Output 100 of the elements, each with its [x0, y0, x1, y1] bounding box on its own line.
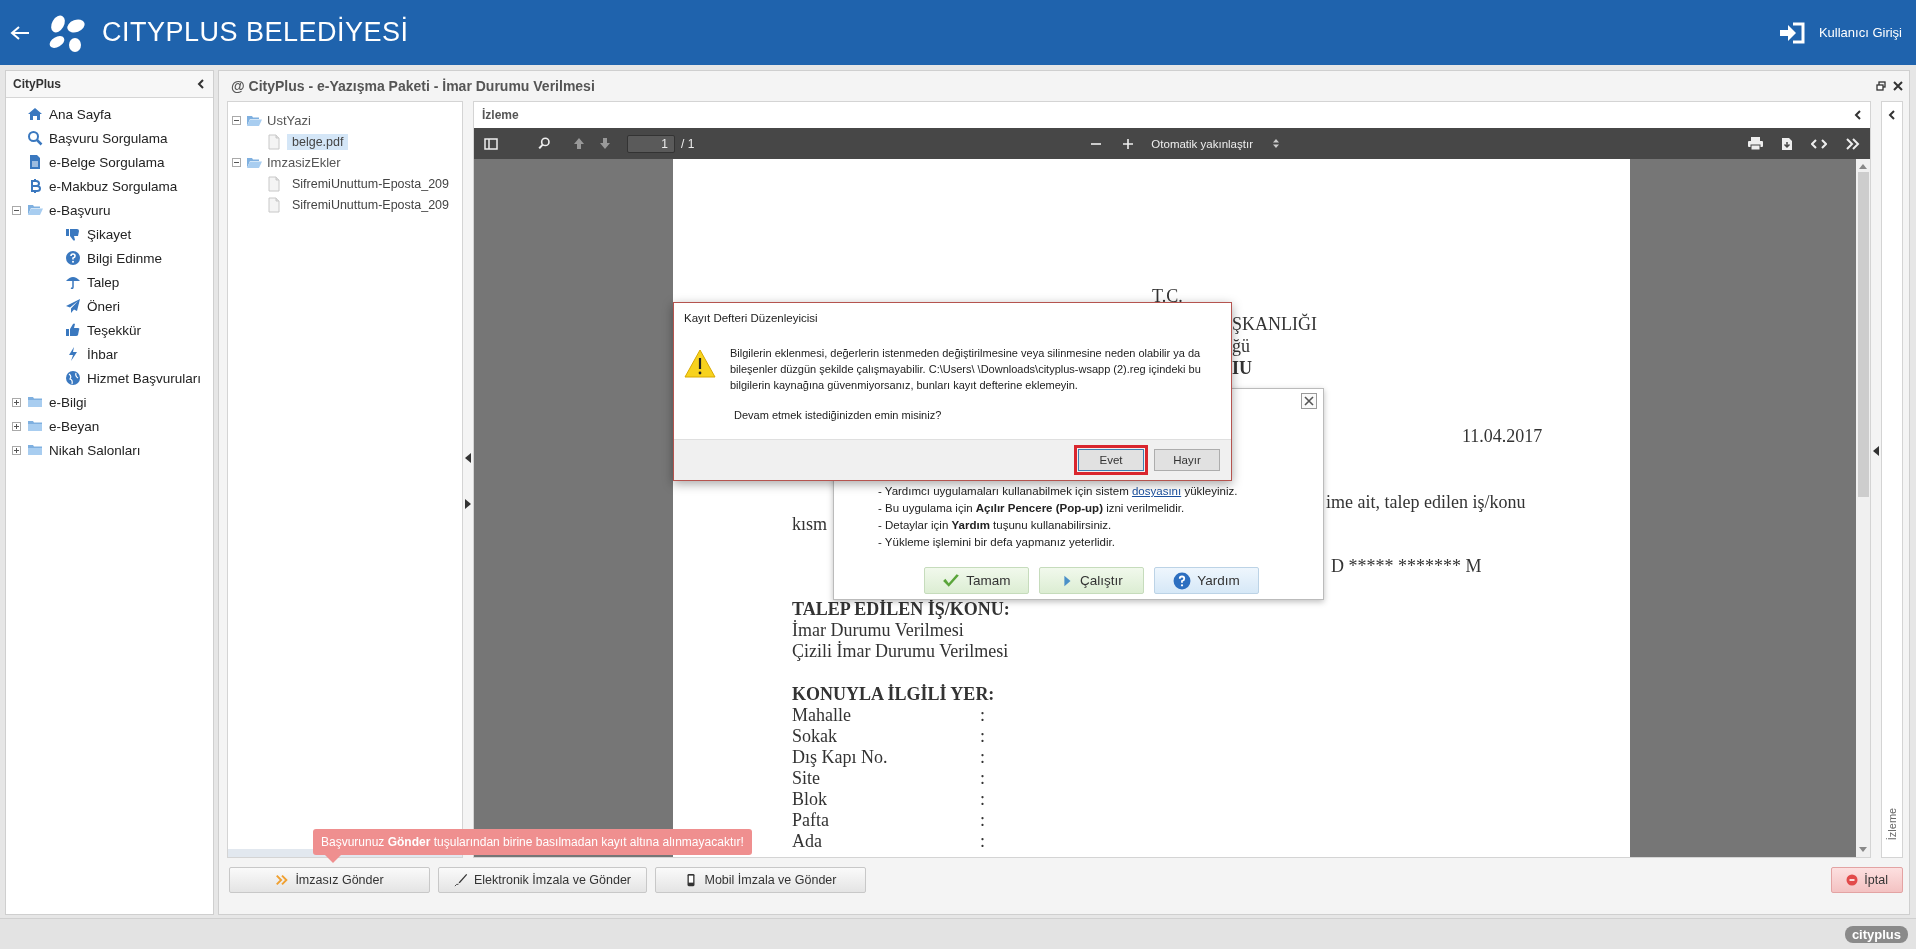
- file-item[interactable]: belge.pdf: [287, 133, 349, 150]
- sidebar-item[interactable]: Nikah Salonları: [49, 442, 141, 458]
- scroll-up-icon[interactable]: [1859, 163, 1867, 169]
- app-title: CITYPLUS BELEDİYESİ: [102, 17, 409, 48]
- updown-icon: [1272, 139, 1279, 148]
- sidebar-item[interactable]: Şikayet: [87, 226, 132, 242]
- search-icon[interactable]: [538, 137, 551, 150]
- help-text: - Detaylar için Yardım tuşunu kullanabilirsiniz.: [878, 518, 1113, 533]
- document-text: ime ait, talep edilen iş/konu: [1326, 491, 1526, 513]
- send-button[interactable]: Elektronik İmzala ve Gönder: [438, 867, 647, 893]
- vertical-scrollbar[interactable]: [1856, 159, 1870, 857]
- document-text: 11.04.2017: [1462, 425, 1543, 447]
- collapse-toggle-icon[interactable]: [12, 205, 21, 215]
- expand-icon[interactable]: [1888, 110, 1896, 120]
- close-icon[interactable]: [1301, 393, 1317, 409]
- sidebar-item[interactable]: Teşekkür: [87, 322, 142, 338]
- sidebar-item[interactable]: e-Makbuz Sorgulama: [49, 178, 178, 194]
- folder-icon: [27, 442, 43, 458]
- file-item[interactable]: SifremiUnuttum-Eposta_209: [287, 175, 455, 192]
- field-separator: :: [980, 789, 985, 810]
- login-link[interactable]: Kullanıcı Girişi: [1818, 25, 1902, 40]
- collapse-toggle-icon[interactable]: [232, 116, 241, 125]
- restore-icon[interactable]: [1876, 81, 1886, 91]
- send-button[interactable]: İmzasız Gönder: [229, 867, 430, 893]
- cancel-icon: [1846, 874, 1859, 886]
- collapse-icon[interactable]: [197, 79, 205, 89]
- sidebar-item[interactable]: Başvuru Sorgulama: [49, 130, 168, 146]
- document-text: Çizili İmar Durumu Verilmesi: [792, 641, 1009, 662]
- collapse-icon[interactable]: [1854, 110, 1862, 120]
- arrow-up-icon[interactable]: [573, 137, 585, 150]
- document-text: İmar Durumu Verilmesi: [792, 620, 964, 641]
- cancel-button[interactable]: İptal: [1831, 867, 1903, 893]
- field-label: Ada: [792, 831, 823, 852]
- dialog-button[interactable]: Yardım: [1154, 567, 1259, 594]
- question-icon: [65, 250, 81, 266]
- folder-item[interactable]: UstYazi: [267, 113, 311, 128]
- code-icon[interactable]: [1811, 137, 1827, 150]
- close-icon[interactable]: [1893, 81, 1903, 91]
- sidebar-toggle-icon[interactable]: [484, 137, 498, 150]
- side-tab-label[interactable]: İzleme: [1885, 807, 1899, 841]
- sidebar-item[interactable]: e-Belge Sorgulama: [49, 154, 165, 170]
- send-button[interactable]: Mobil İmzala ve Gönder: [655, 867, 866, 893]
- sign-in-icon[interactable]: [1778, 21, 1805, 44]
- pen-icon: [454, 873, 468, 887]
- print-icon[interactable]: [1748, 137, 1763, 150]
- document-icon: [27, 154, 43, 170]
- expand-toggle-icon[interactable]: [12, 397, 21, 407]
- sidebar-item[interactable]: Ana Sayfa: [49, 106, 112, 122]
- sidebar-item[interactable]: e-Beyan: [49, 418, 100, 434]
- field-label: Dış Kapı No.: [792, 747, 889, 768]
- zoom-select[interactable]: Otomatik yakınlaştır: [1145, 134, 1285, 153]
- download-icon[interactable]: [1781, 136, 1793, 151]
- side-panel-tab[interactable]: İzleme: [1881, 101, 1903, 858]
- folder-icon: [27, 202, 43, 218]
- field-label: Sokak: [792, 726, 838, 747]
- field-label: Pafta: [792, 810, 830, 831]
- dialog-title: Kayıt Defteri Düzenleyicisi: [683, 311, 819, 326]
- help-text: - Yardımcı uygulamaları kullanabilmek için sistem dosyasını yükleyiniz.: [878, 484, 1238, 499]
- folder-icon: [27, 418, 43, 434]
- dialog-button[interactable]: Hayır: [1154, 449, 1220, 471]
- sidebar-item[interactable]: Hizmet Başvuruları: [87, 370, 202, 386]
- document-text: ŞKANLIĞI: [1232, 313, 1317, 335]
- field-label: Mahalle: [792, 705, 852, 726]
- field-separator: :: [980, 747, 985, 768]
- zoom-in-icon[interactable]: [1123, 138, 1134, 149]
- double-chevron-icon: [275, 873, 290, 887]
- file-icon: [266, 175, 282, 192]
- page-number-field[interactable]: 1: [627, 134, 675, 153]
- double-chevron-icon[interactable]: [1845, 137, 1860, 150]
- back-arrow-icon[interactable]: [10, 24, 30, 41]
- expand-toggle-icon[interactable]: [12, 421, 21, 431]
- sidebar-item[interactable]: e-Başvuru: [49, 202, 111, 218]
- arrow-down-icon[interactable]: [599, 137, 611, 150]
- expand-toggle-icon[interactable]: [12, 445, 21, 455]
- expand-left-icon[interactable]: [1873, 446, 1879, 456]
- tooltip-pointer: [325, 855, 341, 863]
- field-separator: :: [980, 705, 985, 726]
- folder-item[interactable]: ImzasizEkler: [267, 155, 341, 170]
- expand-right-icon[interactable]: [465, 499, 471, 509]
- help-text: - Yükleme işlemini bir defa yapmanız yeterlidir.: [878, 535, 1116, 550]
- dialog-button[interactable]: Tamam: [924, 567, 1029, 594]
- folder-icon: [27, 394, 43, 410]
- collapse-left-icon[interactable]: [465, 453, 471, 463]
- page-count: / 1: [681, 136, 695, 151]
- file-item[interactable]: SifremiUnuttum-Eposta_209: [287, 196, 455, 213]
- document-text: kısm: [792, 513, 827, 535]
- file-icon: [266, 133, 282, 150]
- sidebar-item[interactable]: Öneri: [87, 298, 120, 314]
- section-heading: TALEP EDİLEN İŞ/KONU:: [792, 599, 1010, 620]
- sidebar-item[interactable]: e-Bilgi: [49, 394, 87, 410]
- collapse-toggle-icon[interactable]: [232, 158, 241, 167]
- help-text: - Bu uygulama için Açılır Pencere (Pop-up) izni verilmelidir.: [878, 501, 1186, 516]
- scroll-down-icon[interactable]: [1859, 847, 1867, 853]
- file-icon: [266, 196, 282, 213]
- sidebar-item[interactable]: İhbar: [87, 346, 118, 362]
- paper-plane-icon: [65, 298, 81, 314]
- sidebar-item[interactable]: Talep: [87, 274, 120, 290]
- dialog-button[interactable]: Çalıştır: [1039, 567, 1144, 594]
- sidebar-item[interactable]: Bilgi Edinme: [87, 250, 163, 266]
- file-link[interactable]: dosyasını: [1131, 485, 1182, 497]
